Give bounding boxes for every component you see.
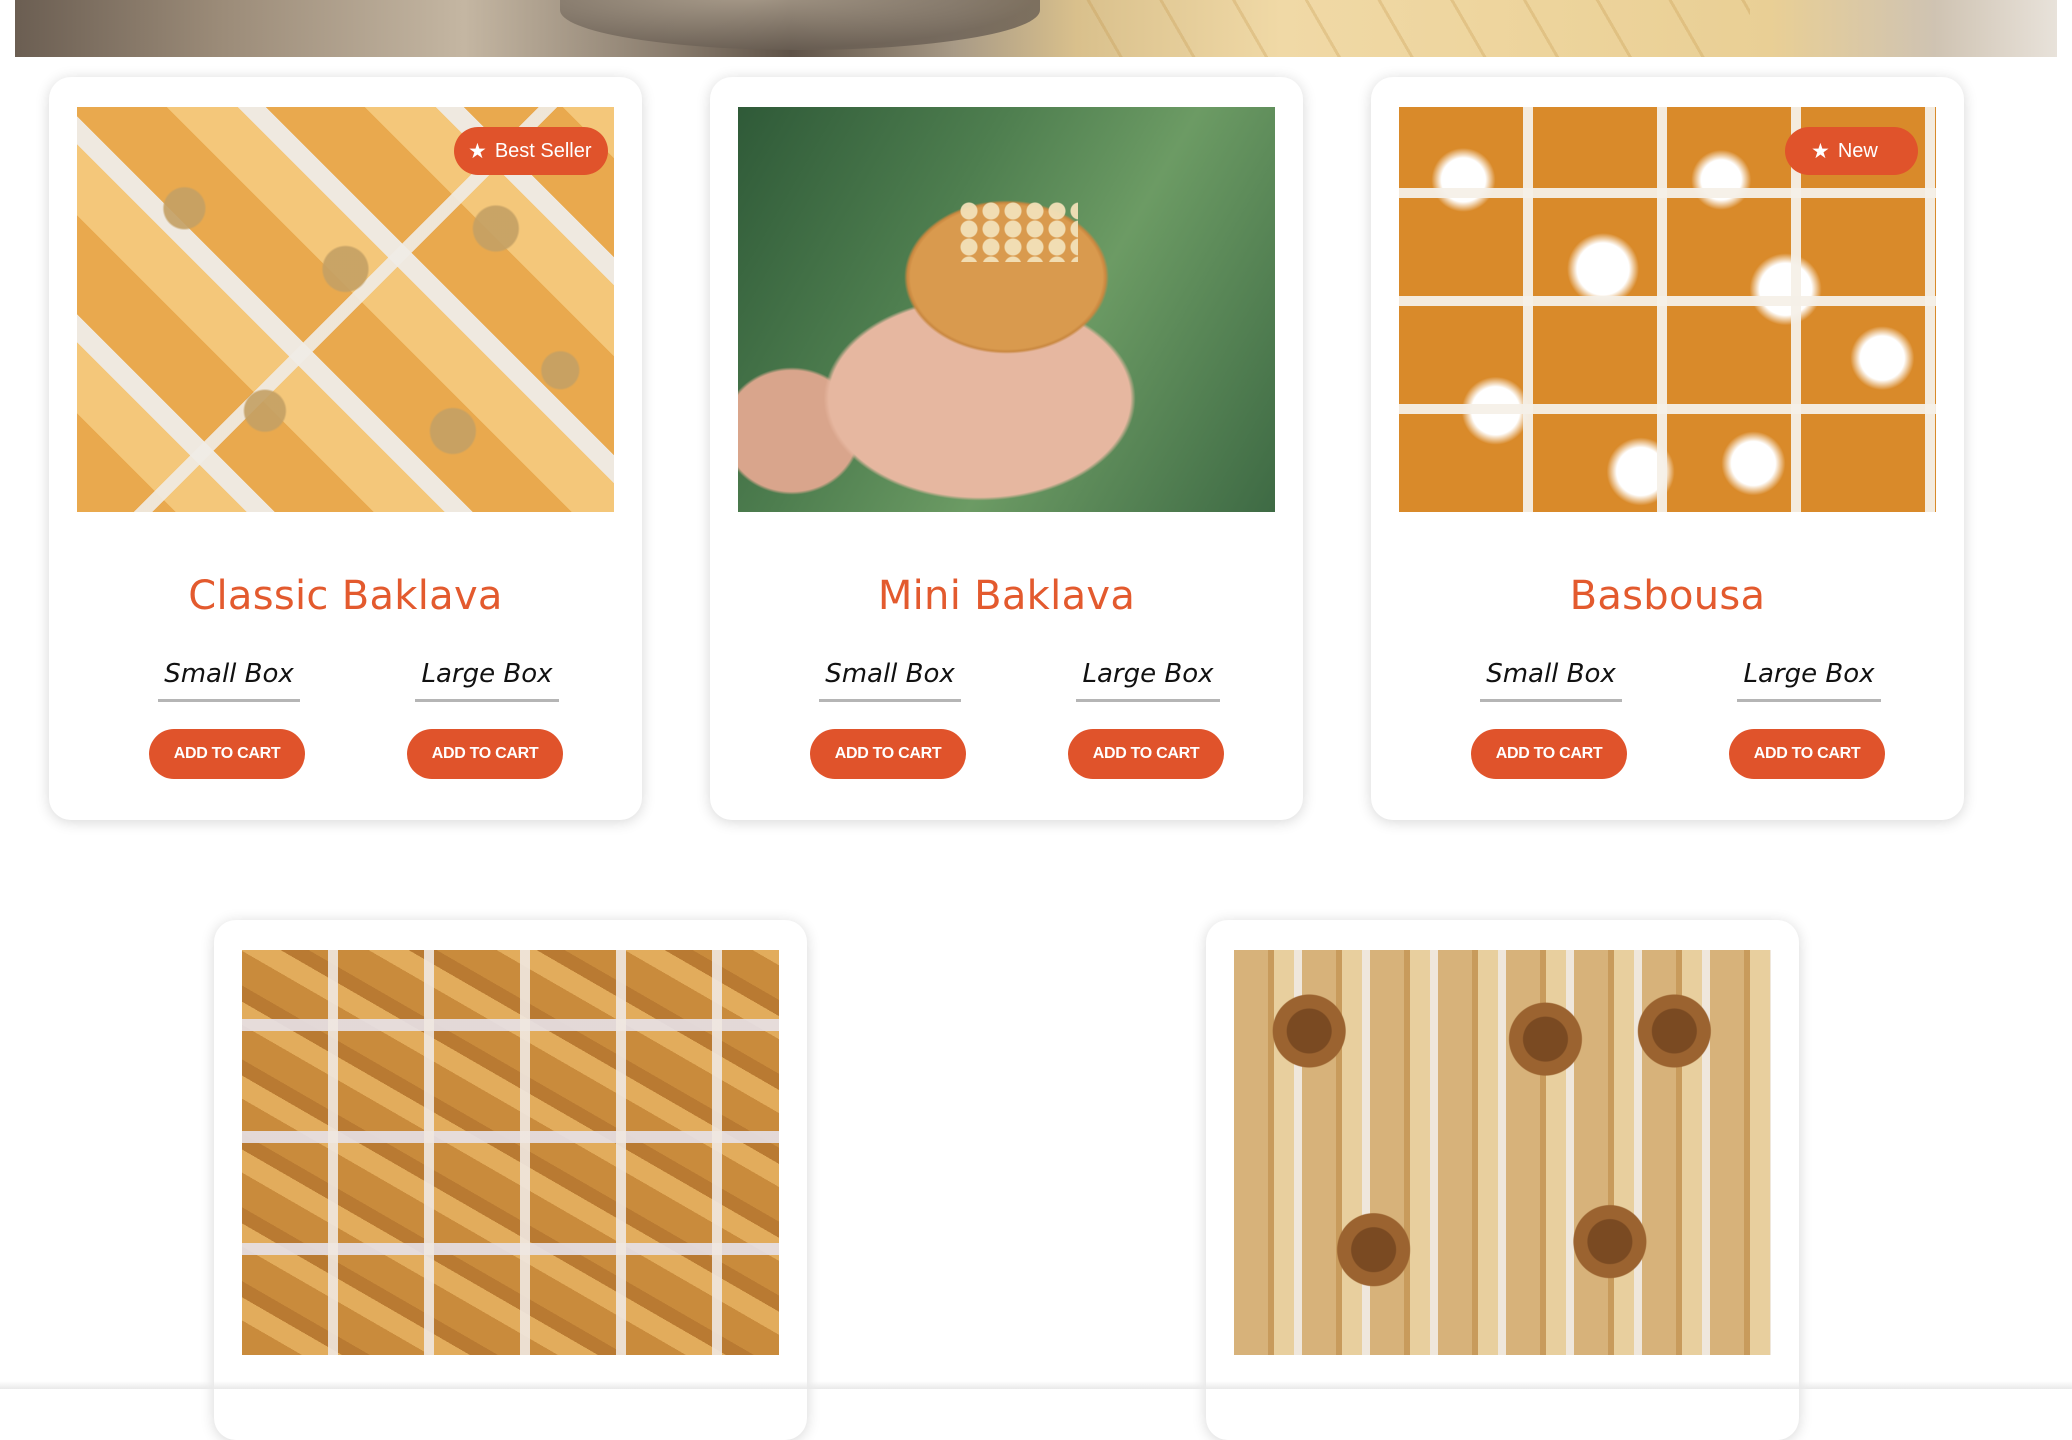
add-to-cart-button-large[interactable]: ADD TO CART xyxy=(407,729,563,779)
add-to-cart-button-small[interactable]: ADD TO CART xyxy=(1471,729,1627,779)
badge-label: Best Seller xyxy=(494,139,592,162)
product-card-assorted-1 xyxy=(214,920,807,1440)
badge-label: New xyxy=(1837,139,1878,162)
page-bottom-edge xyxy=(0,1381,2072,1389)
product-title[interactable]: Classic Baklava xyxy=(49,573,642,619)
size-option-large[interactable]: Large Box xyxy=(1729,659,1889,702)
product-image-assorted-1[interactable] xyxy=(242,950,779,1355)
product-image-mini-baklava[interactable] xyxy=(738,107,1275,512)
product-title[interactable]: Mini Baklava xyxy=(710,573,1303,619)
size-option-small[interactable]: Small Box xyxy=(1471,659,1631,702)
add-to-cart-button-large[interactable]: ADD TO CART xyxy=(1729,729,1885,779)
add-to-cart-button-small[interactable]: ADD TO CART xyxy=(149,729,305,779)
star-icon: ★ xyxy=(468,139,487,163)
add-to-cart-button-small[interactable]: ADD TO CART xyxy=(810,729,966,779)
add-to-cart-button-large[interactable]: ADD TO CART xyxy=(1068,729,1224,779)
star-icon: ★ xyxy=(1811,139,1830,163)
product-card-basbousa: ★ New Basbousa Small Box Large Box ADD T… xyxy=(1371,77,1964,820)
size-option-small[interactable]: Small Box xyxy=(149,659,309,702)
product-card-classic-baklava: ★ Best Seller Classic Baklava Small Box … xyxy=(49,77,642,820)
size-option-large[interactable]: Large Box xyxy=(1068,659,1228,702)
new-badge: ★ New xyxy=(1785,127,1918,175)
size-option-large[interactable]: Large Box xyxy=(407,659,567,702)
hero-banner-image xyxy=(15,0,2057,57)
product-card-mini-baklava: Mini Baklava Small Box Large Box ADD TO … xyxy=(710,77,1303,820)
product-card-assorted-2 xyxy=(1206,920,1799,1440)
size-option-small[interactable]: Small Box xyxy=(810,659,970,702)
product-title[interactable]: Basbousa xyxy=(1371,573,1964,619)
product-image-assorted-2[interactable] xyxy=(1234,950,1771,1355)
best-seller-badge: ★ Best Seller xyxy=(454,127,608,175)
